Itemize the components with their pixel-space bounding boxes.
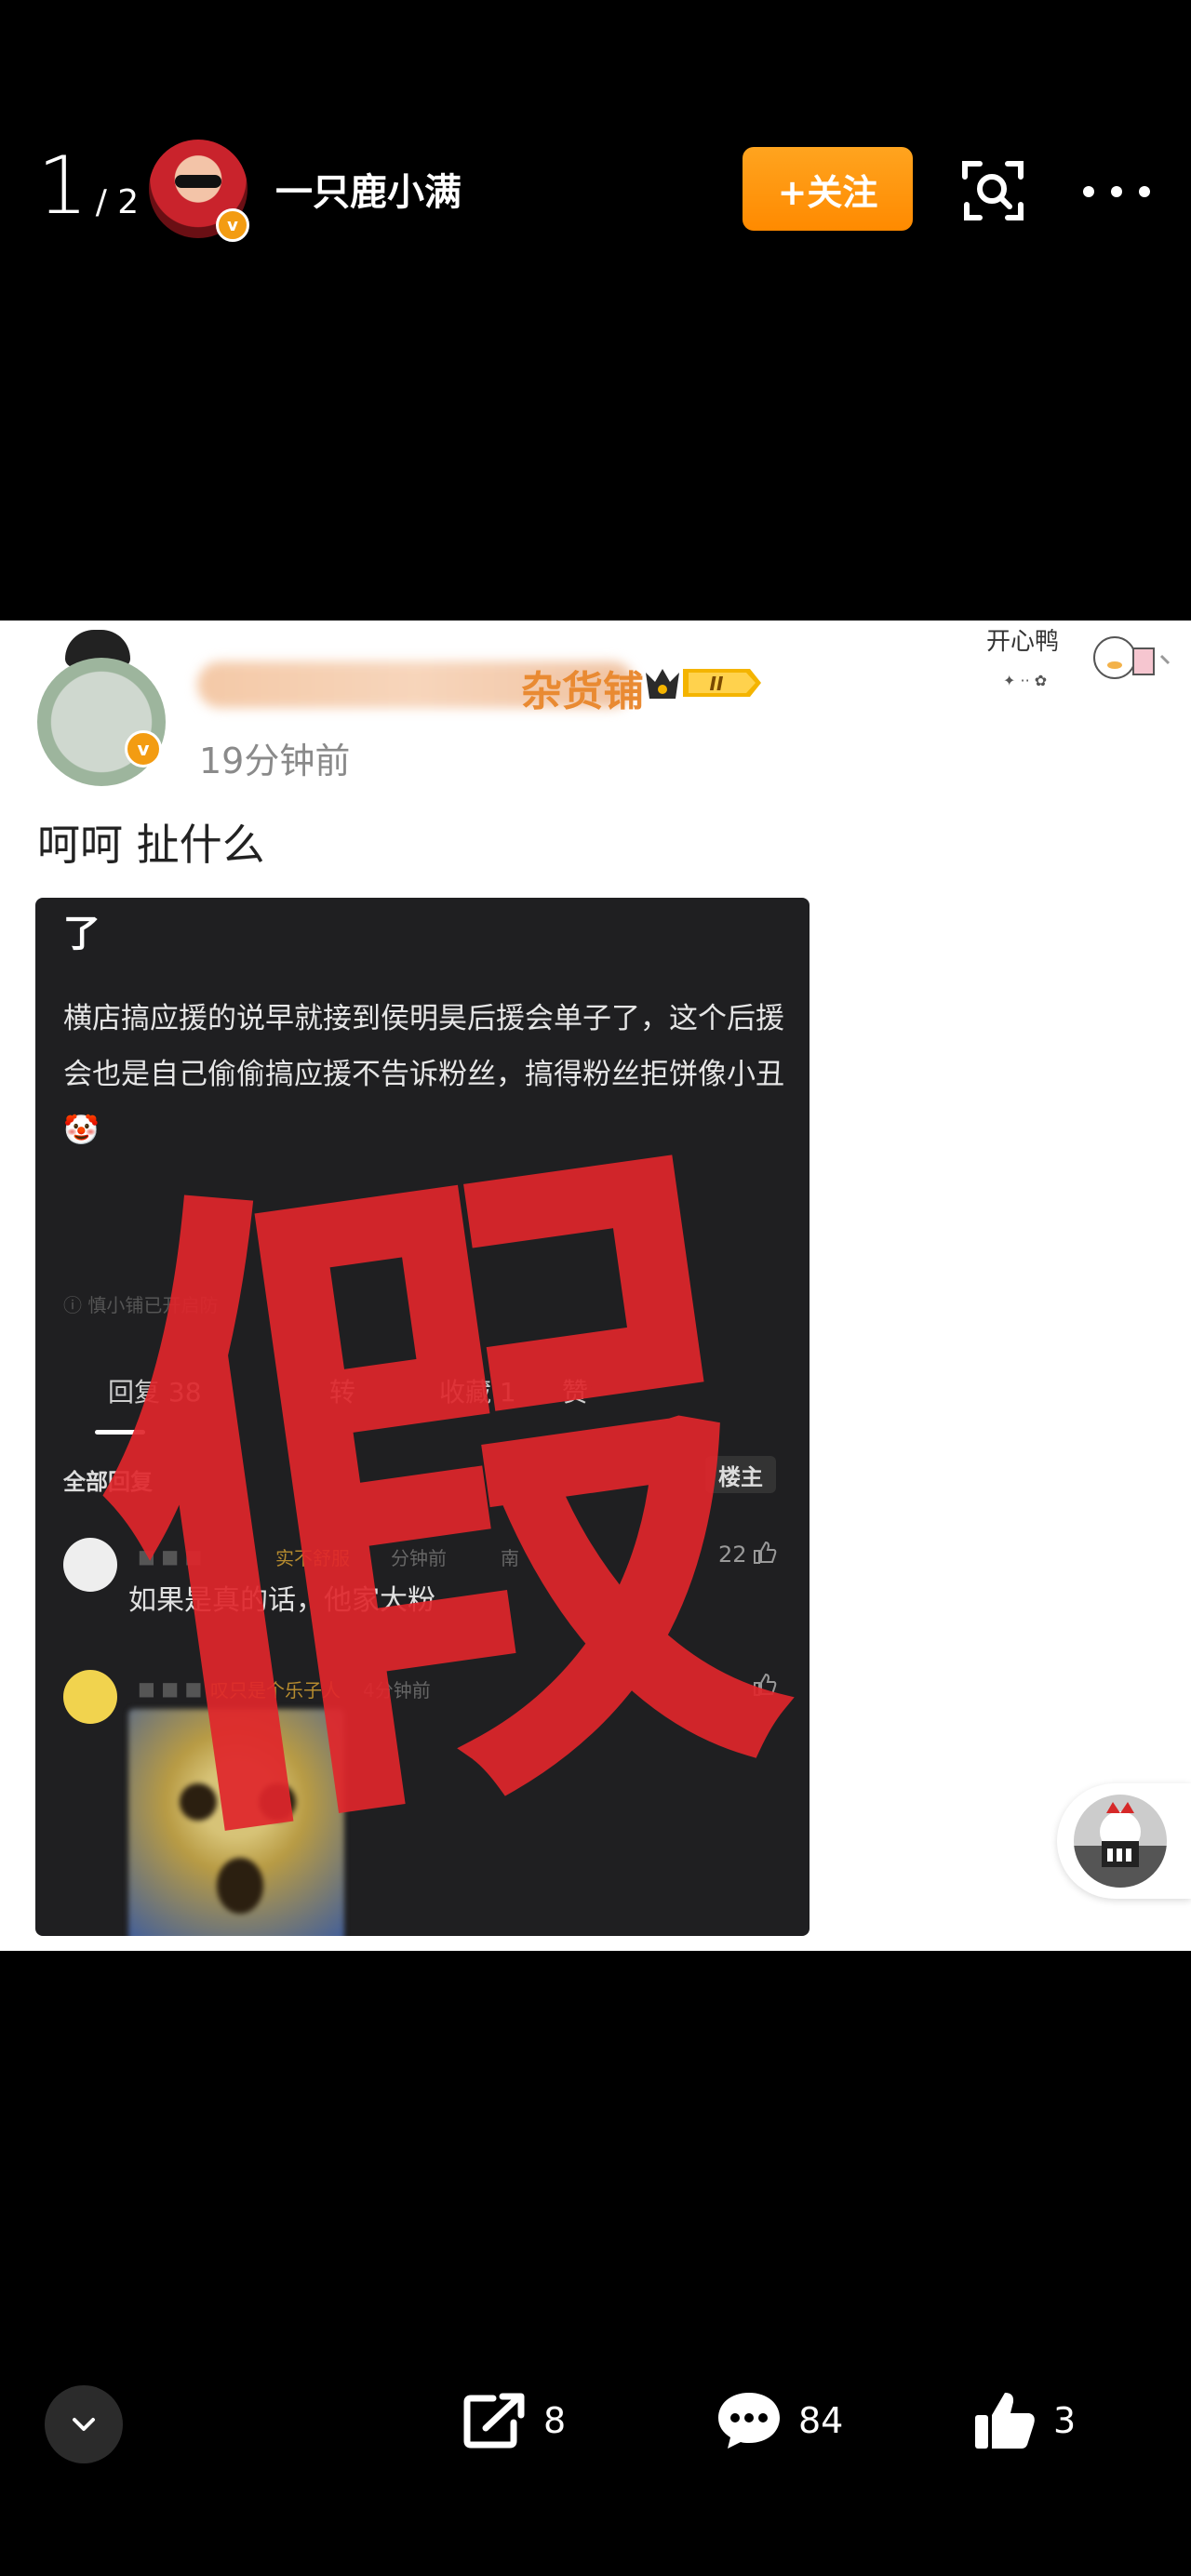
page-counter: 1/ 2 [37,140,139,233]
comment1-tag: 实不舒服 [275,1547,350,1569]
verified-badge: v [216,208,249,242]
comment1-location: 南 [501,1547,519,1569]
embedded-screenshot[interactable]: 了 横店搞应援的说早就接到侯明昊后援会单子了，这个后援会也是自己偷偷搞应援不告诉… [35,898,810,1936]
follow-button[interactable]: +关注 [743,147,913,231]
comment2-like-icon [754,1673,777,1696]
more-icon[interactable] [1079,182,1154,201]
share-count: 8 [543,2400,567,2441]
chevron-down-icon [73,2418,95,2431]
screenshot-notice: ⓘ 慎小铺已开启防 [63,1294,219,1316]
like-action[interactable]: 3 [971,2382,1076,2460]
comment-icon [718,2393,780,2449]
floating-widget-image [1074,1795,1167,1888]
level-text: II [710,673,724,695]
comment2-image [128,1709,344,1936]
tab-repost: 转 [329,1377,356,1408]
comment2-name-redacted: ■ ■ ■ [138,1677,203,1700]
bottom-action-bar: 8 84 3 [0,2382,1191,2463]
comment1-likes: 22 [718,1542,747,1568]
comment2-time: 4分钟前 [363,1679,431,1702]
poster-name[interactable]: 杂货铺 [521,658,644,717]
comment-count: 84 [798,2400,844,2441]
like-count: 3 [1053,2400,1077,2441]
comment2-avatar [63,1670,117,1724]
louzhu-badge: 楼主 [705,1456,776,1493]
screenshot-top-char: 了 [63,913,100,955]
level-badge: II [646,669,761,699]
comment2-tag: 叹只是个乐子人 [210,1679,341,1702]
comment-action[interactable]: 84 [715,2382,843,2460]
tab-like: 赞 [562,1377,589,1408]
share-icon [463,2393,525,2449]
share-action[interactable]: 8 [462,2382,566,2460]
page-total: / 2 [95,183,140,221]
thumbs-up-icon [975,2393,1035,2449]
poster-verified-badge: v [125,730,162,767]
username[interactable]: 一只鹿小满 [275,162,462,216]
tab-underline [95,1430,145,1435]
duck-sticker: ✦ ·· ✿ [1003,636,1171,689]
post-text: 呵呵 扯什么 [37,820,265,870]
screenshot-tabs: 回复 38 转 收藏 1 赞 [71,1372,778,1428]
comment1-like-icon [754,1541,777,1564]
top-bar: 1/ 2 v 一只鹿小满 +关注 [0,130,1191,251]
post-card: v 杂货铺 II 19分钟前 开心鸭 ✦ ·· ✿ 呵呵 扯什么 了 横店搞应援… [0,621,1191,1951]
avatar-glasses [175,175,221,188]
all-replies-label: 全部回复 [63,1469,153,1495]
post-time: 19分钟前 [199,741,351,781]
tab-reply: 回复 38 [108,1377,202,1408]
collapse-button[interactable] [45,2385,123,2463]
screenshot-paragraph: 横店搞应援的说早就接到侯明昊后援会单子了，这个后援会也是自己偷偷搞应援不告诉粉丝… [63,1002,784,1147]
scan-icon[interactable] [961,158,1026,223]
page-current: 1 [37,140,88,233]
tab-favorite: 收藏 1 [439,1377,516,1408]
comment1-time: 分钟前 [391,1547,447,1569]
comment1-name-redacted: ■ ■ ■ [138,1545,203,1568]
comment1-avatar [63,1538,117,1592]
svg-text:✦ ·· ✿: ✦ ·· ✿ [1003,672,1047,689]
comment1-text: 如果是真的话，他家大粉 [128,1584,435,1617]
floating-widget[interactable] [1057,1783,1191,1899]
